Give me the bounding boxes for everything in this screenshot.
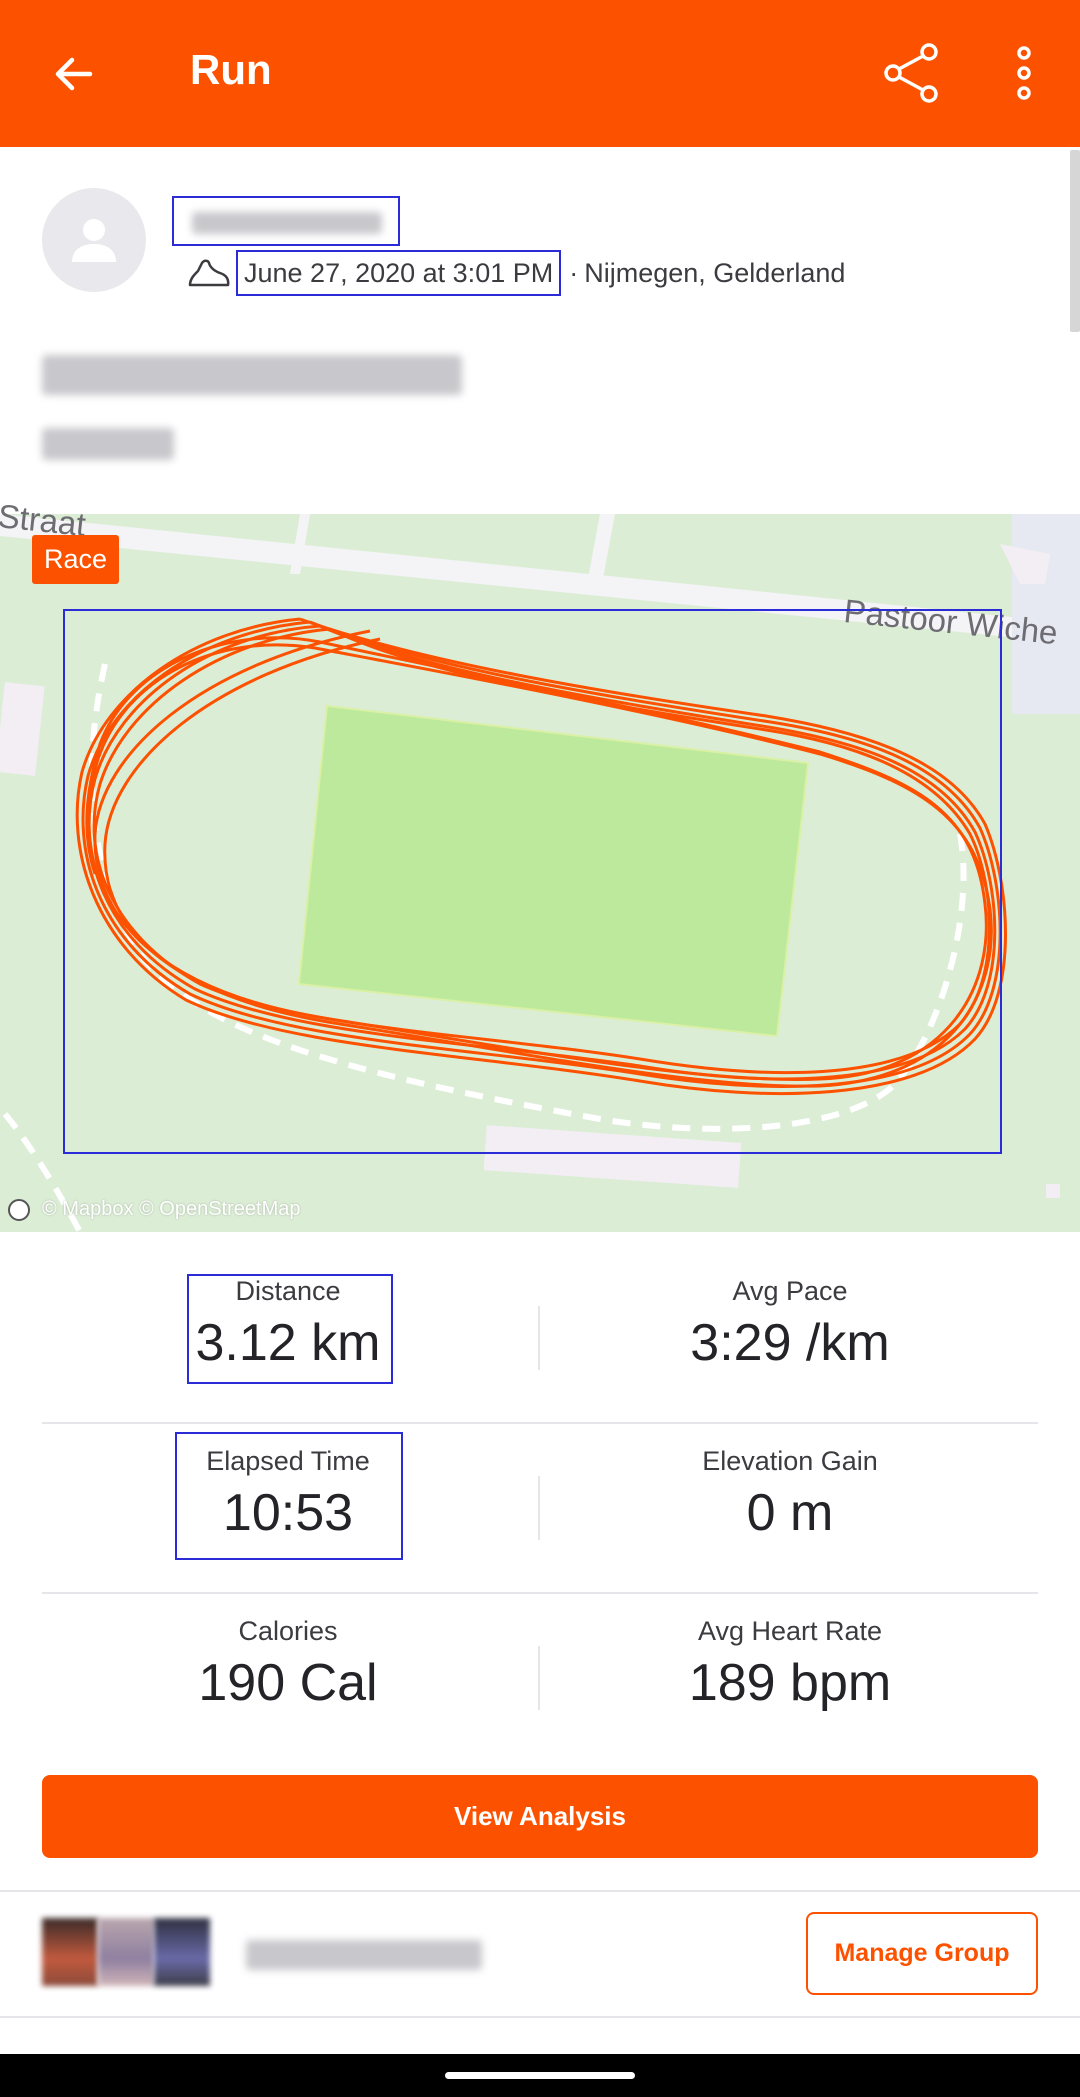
avatar (154, 1918, 210, 1986)
stat-label: Avg Pace (732, 1276, 848, 1306)
stat-value: 189 bpm (688, 1654, 892, 1712)
athlete-avatar[interactable] (42, 188, 146, 292)
stat-label: Calories (238, 1616, 338, 1646)
scrollbar[interactable] (1070, 150, 1080, 332)
elapsed-time-highlight-box (175, 1432, 403, 1560)
location-separator: · (569, 257, 579, 288)
stat-label: Avg Heart Rate (697, 1616, 883, 1646)
activity-name-redacted (42, 355, 462, 395)
redacted-text (192, 212, 382, 234)
divider (0, 1890, 1080, 1892)
arrow-left-icon (55, 57, 93, 91)
share-icon (884, 43, 938, 103)
more-vertical-icon (1017, 46, 1031, 100)
share-button[interactable] (872, 36, 952, 110)
home-handle[interactable] (445, 2072, 635, 2079)
date-text: June 27, 2020 at 3:01 PM (244, 257, 554, 288)
map-attribution[interactable]: © Mapbox © OpenStreetMap (8, 1198, 301, 1221)
attribution-text: © Mapbox © OpenStreetMap (42, 1198, 301, 1220)
system-nav-bar (0, 2054, 1080, 2097)
stat-value: 190 Cal (198, 1654, 378, 1712)
divider (42, 1592, 1038, 1594)
divider (0, 2016, 1080, 2018)
distance-highlight-box (187, 1274, 393, 1384)
group-avatars[interactable] (42, 1918, 210, 1986)
page-title: Run (190, 46, 272, 93)
person-icon (72, 219, 116, 262)
group-members-redacted (246, 1940, 482, 1970)
stat-value: 3:29 /km (690, 1314, 890, 1372)
stat-avg-heart-rate: Avg Heart Rate 189 bpm (540, 1616, 1040, 1713)
shoe-icon (188, 259, 230, 287)
race-tag: Race (32, 535, 120, 584)
stat-elevation-gain: Elevation Gain 0 m (540, 1446, 1040, 1543)
divider (42, 1422, 1038, 1424)
manage-group-button[interactable]: Manage Group (806, 1912, 1038, 1995)
mapbox-logo-icon (8, 1198, 30, 1221)
view-analysis-button[interactable]: View Analysis (42, 1775, 1038, 1858)
stat-value: 0 m (746, 1484, 834, 1542)
more-options-button[interactable] (998, 36, 1050, 110)
avatar (42, 1918, 98, 1986)
stat-avg-pace: Avg Pace 3:29 /km (540, 1276, 1040, 1373)
app-bar: Run (0, 0, 1080, 147)
activity-location: Nijmegen, Gelderland (584, 257, 846, 288)
route-bounding-box (63, 609, 1002, 1154)
avatar (98, 1918, 154, 1986)
back-button[interactable] (40, 40, 108, 108)
stat-calories: Calories 190 Cal (42, 1616, 534, 1713)
activity-meta: June 27, 2020 at 3:01 PM · Nijmegen, Gel… (186, 250, 845, 296)
athlete-name-redacted[interactable] (172, 196, 400, 246)
stat-label: Elevation Gain (702, 1446, 878, 1476)
activity-date: June 27, 2020 at 3:01 PM (236, 250, 562, 296)
activity-description-redacted (42, 428, 174, 460)
